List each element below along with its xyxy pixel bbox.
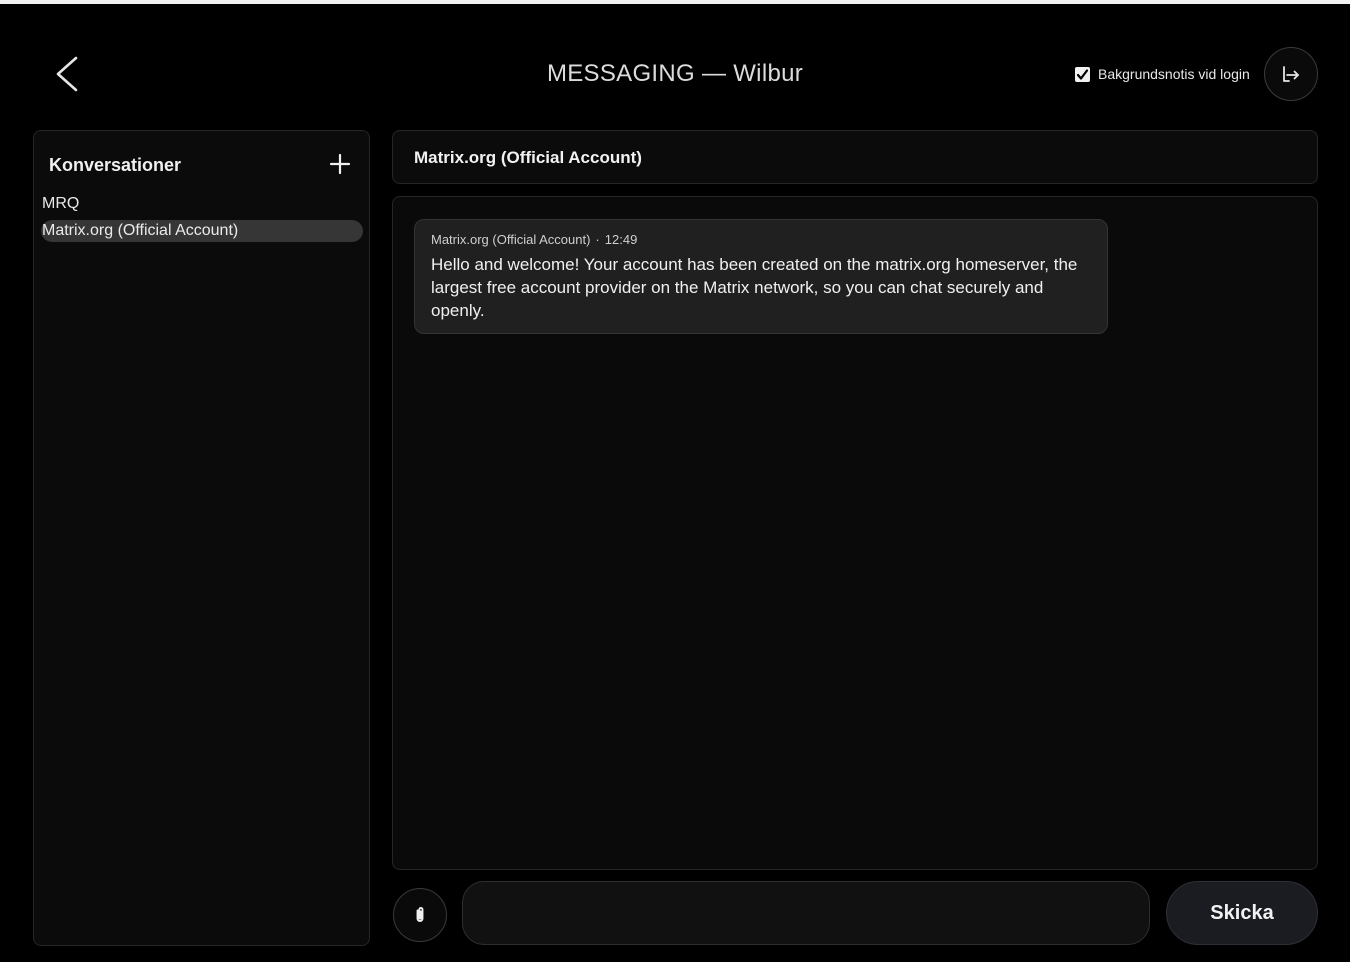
background-notify-checkbox[interactable] bbox=[1075, 66, 1090, 82]
send-button[interactable]: Skicka bbox=[1166, 881, 1318, 945]
page-title: MESSAGING — Wilbur bbox=[546, 60, 804, 87]
message-input[interactable] bbox=[462, 881, 1150, 945]
conversation-title: Matrix.org (Official Account) bbox=[414, 148, 642, 167]
message-text: Hello and welcome! Your account has been… bbox=[431, 255, 1078, 320]
conversation-item-mrq[interactable]: MRQ bbox=[41, 193, 363, 215]
conversation-header: Matrix.org (Official Account) bbox=[392, 130, 1318, 184]
logout-icon bbox=[1283, 66, 1299, 82]
conversations-sidebar: Konversationer MRQ Matrix.org (Official … bbox=[33, 130, 370, 946]
message-sender: Matrix.org (Official Account) bbox=[431, 232, 591, 247]
message-bubble: Matrix.org (Official Account) · 12:49 Hell… bbox=[414, 219, 1108, 334]
background-notify-toggle[interactable]: Bakgrundsnotis vid login bbox=[1075, 65, 1250, 83]
checkmark-icon bbox=[1076, 68, 1089, 80]
chevron-left-icon bbox=[56, 56, 78, 92]
conversation-list: MRQ Matrix.org (Official Account) bbox=[41, 193, 363, 247]
back-button[interactable] bbox=[50, 54, 86, 94]
sidebar-title: Konversationer bbox=[49, 155, 182, 175]
logout-button[interactable] bbox=[1264, 47, 1318, 101]
messaging-app: MESSAGING — Wilbur Bakgrundsnotis vid lo… bbox=[0, 4, 1350, 962]
paperclip-icon bbox=[416, 907, 424, 922]
plus-icon bbox=[329, 153, 351, 175]
message-meta-separator: · bbox=[595, 232, 600, 247]
message-area[interactable]: Matrix.org (Official Account) · 12:49 Hell… bbox=[392, 196, 1318, 870]
conversation-item-matrix-official[interactable]: Matrix.org (Official Account) bbox=[41, 220, 363, 242]
message-meta: Matrix.org (Official Account) · 12:49 bbox=[431, 232, 1092, 247]
message-time: 12:49 bbox=[604, 232, 638, 247]
add-conversation-button[interactable] bbox=[327, 151, 353, 177]
attach-button[interactable] bbox=[393, 888, 447, 942]
background-notify-label: Bakgrundsnotis vid login bbox=[1098, 66, 1250, 82]
